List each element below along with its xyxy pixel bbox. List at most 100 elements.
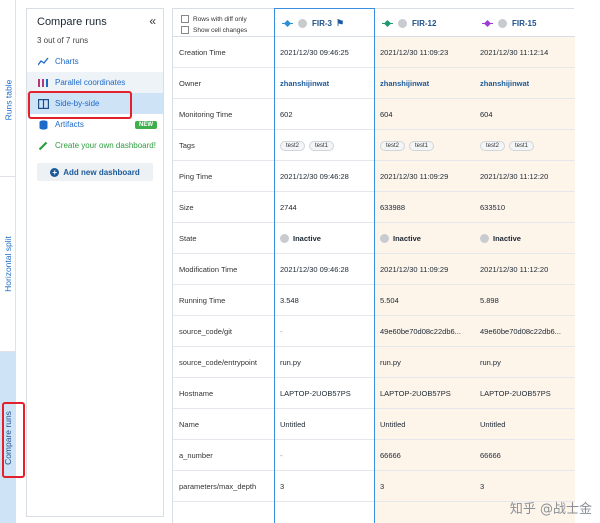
table-cell[interactable]: Untitled bbox=[274, 409, 374, 440]
menu-item-label: Parallel coordinates bbox=[55, 78, 126, 87]
table-cell[interactable]: 2021/12/30 11:09:29 bbox=[374, 254, 474, 285]
table-cell[interactable]: zhanshijinwat bbox=[474, 68, 575, 99]
cell-value: 2021/12/30 11:09:29 bbox=[380, 172, 449, 181]
table-cell[interactable]: zhanshijinwat bbox=[374, 68, 474, 99]
table-row: Owner zhanshijinwat zhanshijinwat zhanshiji… bbox=[173, 68, 575, 99]
menu-item-side-by-side[interactable]: Side-by-side bbox=[27, 93, 163, 114]
table-cell[interactable]: 602 bbox=[274, 99, 374, 130]
table-row: source_code/entrypoint run.py run.py run.py bbox=[173, 347, 575, 378]
tab-label: Compare runs bbox=[3, 410, 14, 465]
row-label: parameters/max_depth bbox=[179, 482, 257, 491]
tag-chip: test2 bbox=[480, 140, 506, 151]
table-row: Name Untitled Untitled Untitled bbox=[173, 409, 575, 440]
run-name: FIR-15 bbox=[512, 18, 537, 28]
run-header-fir-12[interactable]: FIR-12 bbox=[374, 9, 474, 37]
table-cell[interactable]: Untitled bbox=[374, 409, 474, 440]
table-cell[interactable]: Inactive bbox=[474, 223, 575, 254]
run-name: FIR-3 bbox=[312, 18, 332, 28]
table-cell[interactable]: 2021/12/30 11:09:29 bbox=[374, 161, 474, 192]
cell-value: run.py bbox=[380, 358, 401, 367]
state-dot-icon bbox=[480, 234, 489, 243]
table-cell[interactable]: LAPTOP-2UOB57PS bbox=[474, 378, 575, 409]
table-cell[interactable]: 2021/12/30 11:12:20 bbox=[474, 254, 575, 285]
table-cell[interactable]: 2021/12/30 09:46:28 bbox=[274, 161, 374, 192]
menu-item-parallel-coordinates[interactable]: Parallel coordinates bbox=[27, 72, 163, 93]
table-row: Monitoring Time 602 604 604 bbox=[173, 99, 575, 130]
table-row: Size 2744 633988 633510 bbox=[173, 192, 575, 223]
side-by-side-table: Rows with diff only Show cell changes FI… bbox=[172, 8, 575, 523]
checkbox-label: Rows with diff only bbox=[193, 15, 247, 23]
cell-value: 2021/12/30 11:12:20 bbox=[480, 172, 549, 181]
table-cell[interactable]: 5.504 bbox=[374, 285, 474, 316]
rows-with-diff-only-checkbox[interactable]: Rows with diff only bbox=[181, 15, 247, 23]
table-cell[interactable]: 3 bbox=[274, 471, 374, 502]
menu-item-charts[interactable]: Charts bbox=[27, 51, 163, 72]
add-new-dashboard-button[interactable]: + Add new dashboard bbox=[37, 163, 153, 181]
tab-compare-runs[interactable]: Compare runs bbox=[0, 352, 16, 523]
table-cell[interactable]: 633510 bbox=[474, 192, 575, 223]
table-cell[interactable]: 49e60be70d08c22db6... bbox=[474, 316, 575, 347]
tab-horizontal-split[interactable]: Horizontal split bbox=[0, 176, 16, 352]
run-header-fir-3[interactable]: FIR-3 ⚑ bbox=[274, 9, 374, 37]
table-cell[interactable]: test2 test1 bbox=[374, 130, 474, 161]
pin-icon[interactable]: ⚑ bbox=[336, 18, 344, 29]
state-value: Inactive bbox=[493, 234, 521, 243]
table-cell[interactable]: test2 test1 bbox=[274, 130, 374, 161]
compare-runs-panel: Compare runs « 3 out of 7 runs Charts Pa… bbox=[26, 8, 164, 517]
tab-runs-table[interactable]: Runs table bbox=[0, 30, 16, 170]
table-cell[interactable]: test2 test1 bbox=[474, 130, 575, 161]
checkbox-box[interactable] bbox=[181, 15, 189, 23]
table-cell[interactable]: run.py bbox=[274, 347, 374, 378]
series-color-icon[interactable] bbox=[382, 21, 393, 26]
table-cell[interactable]: run.py bbox=[474, 347, 575, 378]
table-cell[interactable]: 49e60be70d08c22db6... bbox=[374, 316, 474, 347]
table-cell[interactable]: 66666 bbox=[474, 440, 575, 471]
checkbox-box[interactable] bbox=[181, 26, 189, 34]
cell-value: run.py bbox=[480, 358, 501, 367]
state-dot-icon bbox=[380, 234, 389, 243]
watermark: 知乎 @战士金 bbox=[509, 502, 592, 517]
collapse-panel-icon[interactable]: « bbox=[149, 14, 156, 28]
series-color-icon[interactable] bbox=[482, 21, 493, 26]
row-label: Hostname bbox=[179, 389, 214, 398]
table-cell[interactable]: 604 bbox=[474, 99, 575, 130]
series-color-icon[interactable] bbox=[282, 21, 293, 26]
cell-value: LAPTOP-2UOB57PS bbox=[380, 389, 451, 398]
show-cell-changes-checkbox[interactable]: Show cell changes bbox=[181, 26, 247, 34]
add-dashboard-label: Add new dashboard bbox=[63, 167, 140, 177]
table-cell[interactable]: 2021/12/30 09:46:28 bbox=[274, 254, 374, 285]
menu-item-create-dashboard[interactable]: Create your own dashboard! bbox=[27, 135, 163, 156]
cell-value: run.py bbox=[280, 358, 301, 367]
table-cell[interactable]: 2744 bbox=[274, 192, 374, 223]
cell-value: 633988 bbox=[380, 203, 406, 212]
table-cell[interactable]: 2021/12/30 11:12:20 bbox=[474, 161, 575, 192]
table-cell[interactable]: zhanshijinwat bbox=[274, 68, 374, 99]
table-cell[interactable]: - bbox=[274, 440, 374, 471]
table-cell[interactable]: 604 bbox=[374, 99, 474, 130]
table-cell[interactable]: Untitled bbox=[474, 409, 575, 440]
table-cell[interactable]: LAPTOP-2UOB57PS bbox=[274, 378, 374, 409]
table-cell[interactable]: 633988 bbox=[374, 192, 474, 223]
cell-value: 3.548 bbox=[280, 296, 299, 305]
table-cell[interactable]: - bbox=[274, 316, 374, 347]
cell-value: - bbox=[280, 451, 283, 460]
cell-value: zhanshijinwat bbox=[380, 79, 430, 88]
table-cell[interactable]: 66666 bbox=[374, 440, 474, 471]
status-dot-icon bbox=[498, 18, 507, 28]
table-cell[interactable]: 2021/12/30 11:12:14 bbox=[474, 37, 575, 68]
tag-chip: test2 bbox=[380, 140, 406, 151]
table-cell[interactable]: 5.898 bbox=[474, 285, 575, 316]
table-row: State Inactive Inactive Inactive bbox=[173, 223, 575, 254]
menu-item-artifacts[interactable]: Artifacts NEW bbox=[27, 114, 163, 135]
table-cell[interactable]: 2021/12/30 09:46:25 bbox=[274, 37, 374, 68]
cell-value: 49e60be70d08c22db6... bbox=[380, 327, 461, 336]
table-cell[interactable]: run.py bbox=[374, 347, 474, 378]
table-cell[interactable]: Inactive bbox=[374, 223, 474, 254]
run-header-fir-15[interactable]: FIR-15 bbox=[474, 9, 575, 37]
table-cell[interactable]: 3.548 bbox=[274, 285, 374, 316]
table-cell[interactable]: 3 bbox=[374, 471, 474, 502]
table-cell[interactable]: Inactive bbox=[274, 223, 374, 254]
table-cell[interactable]: LAPTOP-2UOB57PS bbox=[374, 378, 474, 409]
cell-value: 2021/12/30 11:09:29 bbox=[380, 265, 449, 274]
table-cell[interactable]: 2021/12/30 11:09:23 bbox=[374, 37, 474, 68]
